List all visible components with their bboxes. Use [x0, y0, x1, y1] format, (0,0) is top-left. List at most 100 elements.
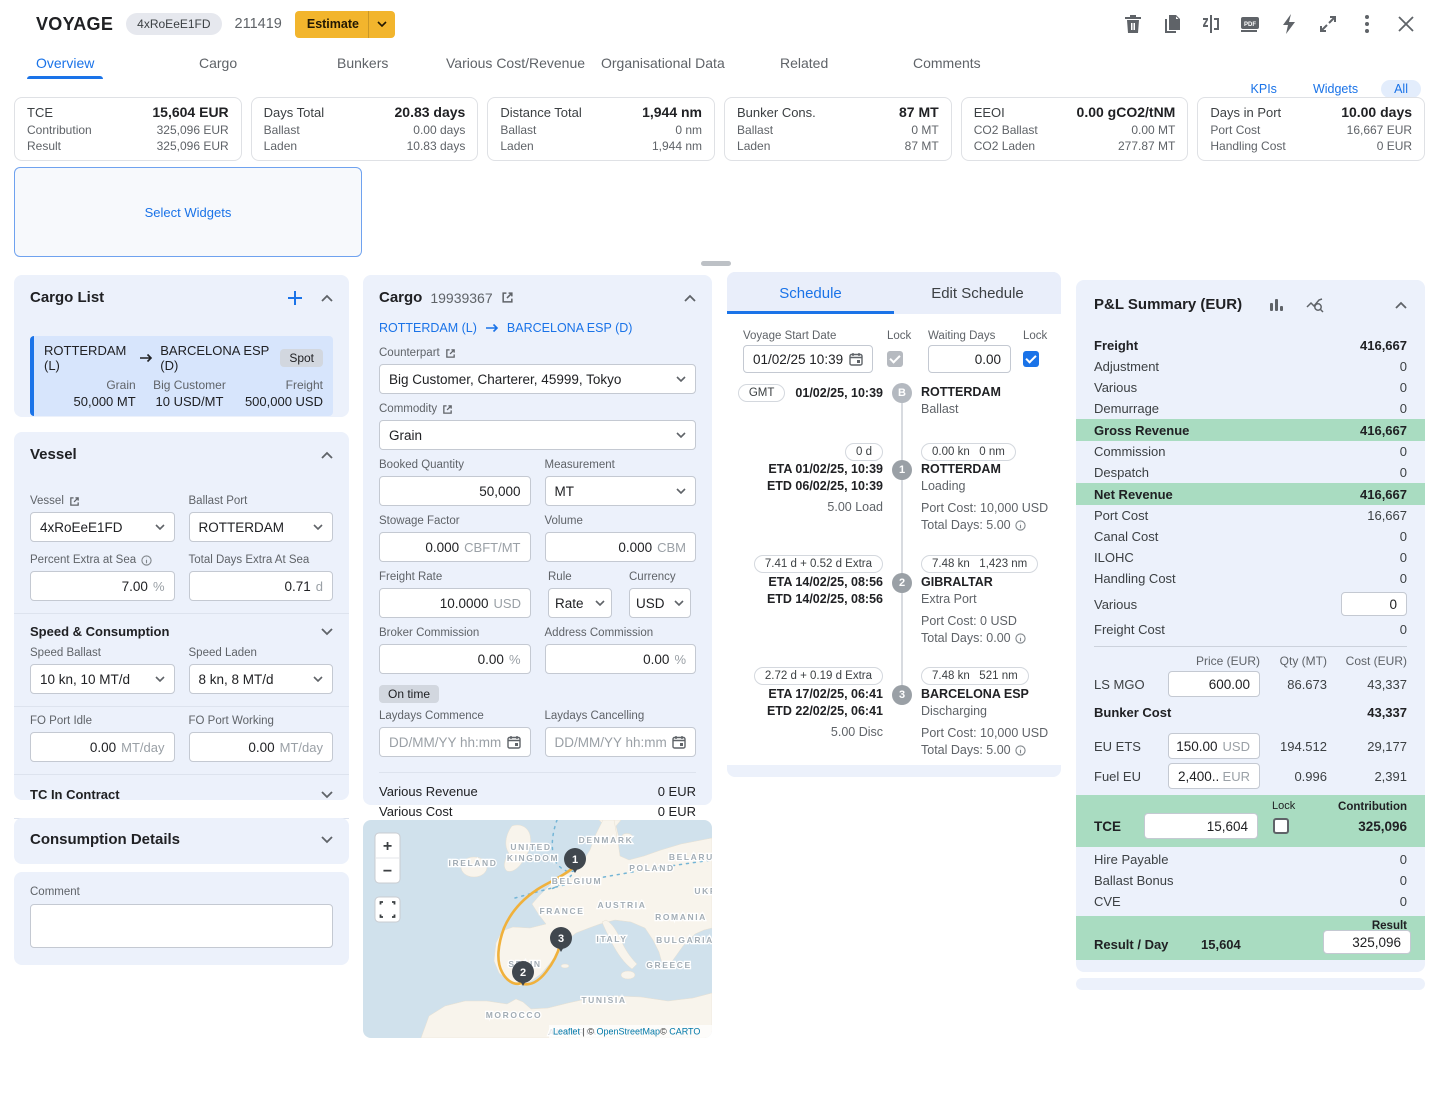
- volume-input[interactable]: 0.000CBM: [545, 532, 697, 562]
- tab-related[interactable]: Related: [780, 55, 828, 71]
- tab-bunkers[interactable]: Bunkers: [337, 55, 388, 71]
- waiting-days-input[interactable]: 0.00: [928, 345, 1011, 373]
- info-icon[interactable]: [1015, 633, 1026, 644]
- quick-action-icon[interactable]: [1278, 13, 1300, 35]
- stowage-factor-input[interactable]: 0.000CBFT/MT: [379, 532, 531, 562]
- svg-text:TUNISIA: TUNISIA: [581, 995, 626, 1005]
- copy-icon[interactable]: [1161, 13, 1183, 35]
- measurement-select[interactable]: MT: [545, 476, 697, 506]
- delete-icon[interactable]: [1122, 13, 1144, 35]
- analytics-icon[interactable]: [1306, 297, 1324, 313]
- tce-input[interactable]: 15,604: [1144, 813, 1258, 839]
- info-icon[interactable]: [1015, 745, 1026, 756]
- fo-port-idle-input[interactable]: 0.00MT/day: [30, 732, 175, 762]
- waiting-days-lock-checkbox[interactable]: [1023, 351, 1039, 367]
- collapse-cargo-icon[interactable]: [684, 294, 696, 302]
- speed-ballast-select[interactable]: 10 kn, 10 MT/d: [30, 664, 175, 694]
- percent-extra-input[interactable]: 7.00%: [30, 571, 175, 601]
- more-menu-icon[interactable]: [1356, 13, 1378, 35]
- expand-icon[interactable]: [1317, 13, 1339, 35]
- calendar-icon[interactable]: [849, 352, 863, 366]
- compare-icon[interactable]: [1200, 13, 1222, 35]
- fo-port-working-input[interactable]: 0.00MT/day: [189, 732, 334, 762]
- pnl-footer-strip: [1076, 978, 1425, 990]
- filter-all[interactable]: All: [1381, 80, 1421, 98]
- currency-select[interactable]: USD: [629, 588, 691, 618]
- add-cargo-icon[interactable]: [287, 290, 303, 306]
- comment-textarea[interactable]: [30, 904, 333, 948]
- collapse-pnl-icon[interactable]: [1395, 301, 1407, 309]
- chevron-down-icon[interactable]: [321, 791, 333, 799]
- kpi-eeoi: EEOI0.00 gCO2/tNM CO2 Ballast0.00 MT CO2…: [961, 97, 1189, 161]
- svg-text:ROMANIA: ROMANIA: [655, 912, 707, 922]
- filter-widgets[interactable]: Widgets: [1300, 80, 1371, 98]
- carto-link[interactable]: CARTO: [669, 1027, 700, 1037]
- commodity-select[interactable]: Grain: [379, 420, 696, 450]
- eu-ets-price-input[interactable]: 150.00USD: [1168, 733, 1260, 759]
- filter-kpis[interactable]: KPIs: [1238, 80, 1290, 98]
- calendar-icon[interactable]: [672, 735, 686, 749]
- tc-in-contract-section[interactable]: TC In Contract: [30, 787, 333, 802]
- route-to-link[interactable]: BARCELONA ESP (D): [507, 321, 633, 335]
- tab-cargo[interactable]: Cargo: [199, 55, 237, 71]
- open-commodity-icon[interactable]: [442, 404, 453, 415]
- open-counterpart-icon[interactable]: [445, 348, 456, 359]
- consumption-details-title: Consumption Details: [30, 831, 180, 848]
- freight-rate-input[interactable]: 10.0000USD: [379, 588, 531, 618]
- map-zoom-control[interactable]: + −: [375, 833, 400, 883]
- rule-select[interactable]: Rate: [548, 588, 612, 618]
- collapse-cargo-list-icon[interactable]: [321, 294, 333, 302]
- chevron-down-icon[interactable]: [321, 628, 333, 636]
- open-cargo-icon[interactable]: [501, 291, 514, 304]
- total-days-extra-input[interactable]: 0.71d: [189, 571, 334, 601]
- chevron-down-icon: [676, 432, 686, 438]
- tab-comments[interactable]: Comments: [913, 55, 981, 71]
- laydays-cancelling-input[interactable]: DD/MM/YY hh:mm: [545, 727, 697, 757]
- tab-edit-schedule[interactable]: Edit Schedule: [894, 272, 1061, 314]
- close-icon[interactable]: [1395, 13, 1417, 35]
- zoom-in-button[interactable]: +: [383, 838, 392, 855]
- select-widgets-button[interactable]: Select Widgets: [14, 167, 362, 257]
- osm-link[interactable]: OpenStreetMap: [597, 1027, 661, 1037]
- tab-various-cost-revenue[interactable]: Various Cost/Revenue: [446, 55, 585, 71]
- speed-laden-select[interactable]: 8 kn, 8 MT/d: [189, 664, 334, 694]
- route-map[interactable]: UNITED KINGDOM IRELAND DENMARK BELARUS P…: [363, 820, 712, 1038]
- booked-quantity-input[interactable]: 50,000: [379, 476, 531, 506]
- address-commission-input[interactable]: 0.00%: [545, 644, 697, 674]
- ballast-port-select[interactable]: ROTTERDAM: [189, 512, 334, 542]
- tab-schedule[interactable]: Schedule: [727, 272, 894, 314]
- info-icon[interactable]: [1015, 520, 1026, 531]
- tab-overview[interactable]: Overview: [36, 55, 94, 71]
- collapse-vessel-icon[interactable]: [321, 451, 333, 459]
- route-from-link[interactable]: ROTTERDAM (L): [379, 321, 477, 335]
- broker-commission-input[interactable]: 0.00%: [379, 644, 531, 674]
- calendar-icon[interactable]: [507, 735, 521, 749]
- tce-lock-checkbox[interactable]: [1273, 818, 1289, 834]
- leaflet-link[interactable]: Leaflet: [553, 1027, 581, 1037]
- cargo-list-item[interactable]: ROTTERDAM (L) BARCELONA ESP (D) Spot Gra…: [30, 336, 333, 416]
- various-cost-input[interactable]: 0: [1341, 592, 1407, 616]
- info-icon[interactable]: [141, 555, 152, 566]
- schedule-stop-2: ETA 14/02/25, 08:56 ETD 14/02/25, 08:56 …: [743, 574, 1053, 647]
- chevron-down-icon[interactable]: [321, 836, 333, 844]
- consumption-details-panel[interactable]: Consumption Details: [14, 818, 349, 864]
- zoom-out-button[interactable]: −: [383, 863, 392, 880]
- export-pdf-icon[interactable]: PDF: [1239, 13, 1261, 35]
- open-vessel-icon[interactable]: [69, 496, 80, 507]
- section-drag-handle[interactable]: [701, 261, 731, 266]
- estimate-button[interactable]: Estimate: [295, 11, 395, 38]
- speed-consumption-section[interactable]: Speed & Consumption: [30, 624, 333, 639]
- tab-organisational-data[interactable]: Organisational Data: [601, 55, 725, 71]
- voyage-start-date-input[interactable]: 01/02/25 10:39: [743, 345, 873, 373]
- ls-mgo-price-input[interactable]: 600.00: [1168, 671, 1260, 697]
- timeline-node-1: 1: [892, 460, 912, 480]
- laydays-commence-input[interactable]: DD/MM/YY hh:mm: [379, 727, 531, 757]
- map-fullscreen-button[interactable]: [375, 897, 400, 922]
- bar-chart-icon[interactable]: [1268, 297, 1284, 313]
- result-input[interactable]: 325,096: [1323, 930, 1411, 954]
- start-date-lock-checkbox[interactable]: [887, 351, 903, 367]
- estimate-caret-icon[interactable]: [368, 11, 395, 38]
- counterpart-select[interactable]: Big Customer, Charterer, 45999, Tokyo: [379, 364, 696, 394]
- vessel-select[interactable]: 4xRoEeE1FD: [30, 512, 175, 542]
- fuel-eu-price-input[interactable]: 2,400....EUR: [1168, 763, 1260, 789]
